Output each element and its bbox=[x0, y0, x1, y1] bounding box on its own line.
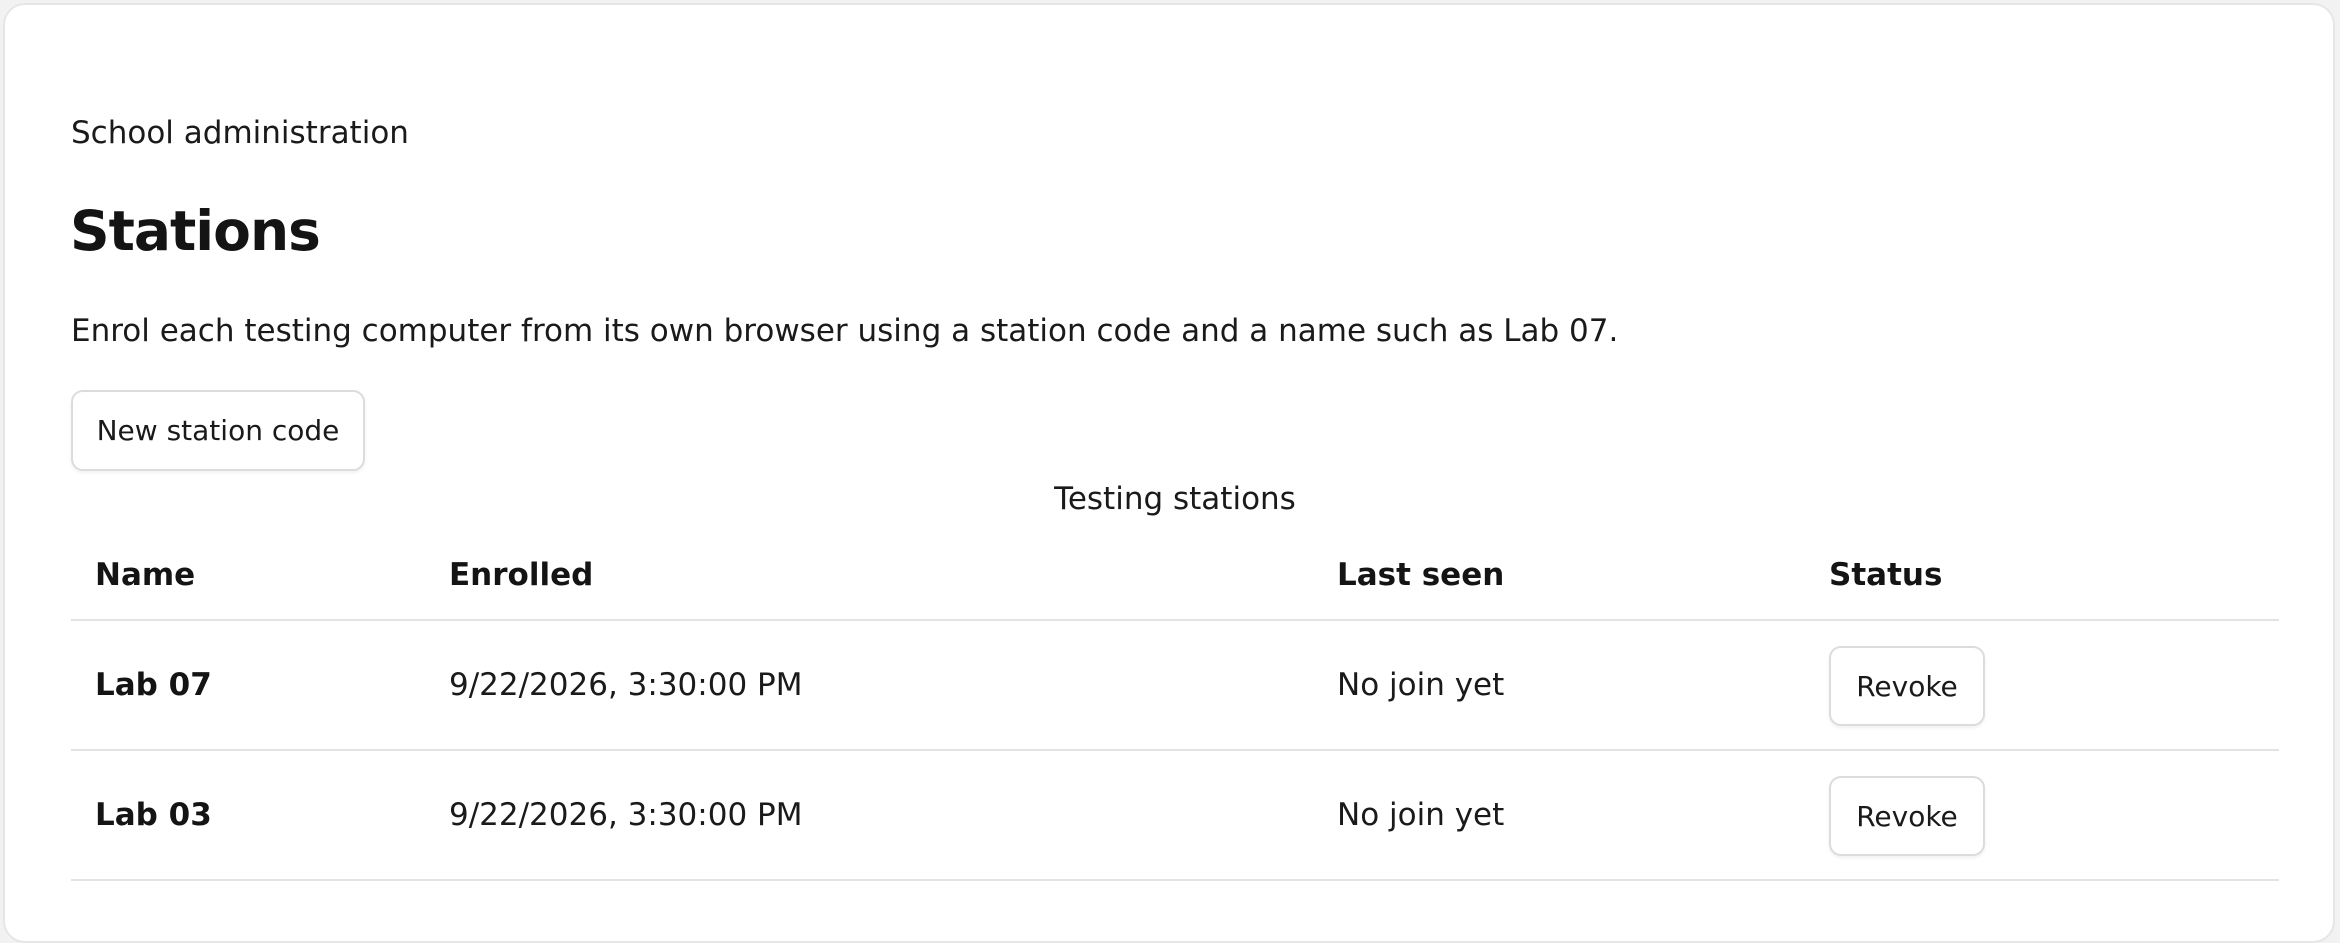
station-last-seen: No join yet bbox=[1313, 750, 1805, 881]
stations-table-container: Testing stations Name Enrolled Last seen… bbox=[71, 475, 2279, 881]
table-row: Lab 07 9/22/2026, 3:30:00 PM No join yet… bbox=[71, 620, 2279, 751]
station-name: Lab 07 bbox=[71, 620, 425, 751]
station-enrolled: 9/22/2026, 3:30:00 PM bbox=[425, 750, 1313, 881]
page-title: Stations bbox=[70, 199, 321, 263]
stations-table: Testing stations Name Enrolled Last seen… bbox=[71, 475, 2279, 881]
table-caption: Testing stations bbox=[1054, 481, 1296, 517]
new-station-code-button[interactable]: New station code bbox=[71, 390, 365, 471]
table-row: Lab 03 9/22/2026, 3:30:00 PM No join yet… bbox=[71, 750, 2279, 881]
station-status: Revoke bbox=[1805, 620, 2279, 751]
column-header-name: Name bbox=[71, 523, 425, 621]
column-header-last-seen: Last seen bbox=[1313, 523, 1805, 621]
station-last-seen: No join yet bbox=[1313, 620, 1805, 751]
table-header-row: Name Enrolled Last seen Status bbox=[71, 523, 2279, 621]
column-header-enrolled: Enrolled bbox=[425, 523, 1313, 621]
column-header-status: Status bbox=[1805, 523, 2279, 621]
page-description: Enrol each testing computer from its own… bbox=[71, 313, 1619, 349]
station-status: Revoke bbox=[1805, 750, 2279, 881]
revoke-button[interactable]: Revoke bbox=[1829, 776, 1985, 856]
station-enrolled: 9/22/2026, 3:30:00 PM bbox=[425, 620, 1313, 751]
revoke-button[interactable]: Revoke bbox=[1829, 646, 1985, 726]
stations-panel: School administration Stations Enrol eac… bbox=[3, 3, 2335, 943]
station-name: Lab 03 bbox=[71, 750, 425, 881]
section-eyebrow: School administration bbox=[71, 115, 409, 151]
